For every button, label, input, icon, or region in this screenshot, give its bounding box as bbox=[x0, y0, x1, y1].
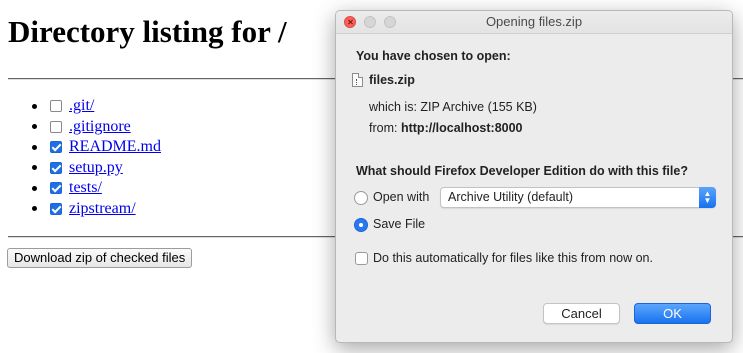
file-list: .git/ .gitignore README.md setup.py test… bbox=[32, 96, 161, 219]
download-dialog: Opening files.zip You have chosen to ope… bbox=[335, 10, 733, 343]
file-checkbox-zipstream[interactable] bbox=[50, 202, 62, 215]
file-link-gitignore[interactable]: .gitignore bbox=[69, 118, 131, 136]
which-is-label: which is: bbox=[369, 100, 417, 114]
file-link-readme[interactable]: README.md bbox=[69, 138, 161, 156]
updown-chevron-icon: ▲ ▼ bbox=[699, 187, 716, 208]
file-checkbox-readme[interactable] bbox=[50, 141, 62, 154]
file-link-git[interactable]: .git/ bbox=[69, 97, 94, 115]
file-link-setup[interactable]: setup.py bbox=[69, 159, 123, 177]
page-title: Directory listing for / bbox=[8, 14, 287, 49]
chosen-label: You have chosen to open: bbox=[356, 49, 511, 63]
from-label: from: bbox=[369, 121, 398, 135]
file-type-value: ZIP Archive (155 KB) bbox=[420, 100, 537, 114]
application-select-value: Archive Utility (default) bbox=[448, 190, 574, 204]
file-link-tests[interactable]: tests/ bbox=[69, 179, 102, 197]
file-type-row: which is: ZIP Archive (155 KB) bbox=[369, 100, 537, 114]
download-zip-button[interactable]: Download zip of checked files bbox=[7, 248, 193, 268]
file-checkbox-setup[interactable] bbox=[50, 161, 62, 174]
cancel-button[interactable]: Cancel bbox=[543, 303, 620, 324]
open-with-label[interactable]: Open with bbox=[373, 190, 429, 204]
list-item: zipstream/ bbox=[32, 199, 161, 220]
save-file-label[interactable]: Save File bbox=[373, 217, 425, 231]
list-item: .git/ bbox=[32, 96, 161, 117]
auto-action-checkbox[interactable] bbox=[355, 252, 368, 265]
bullet bbox=[32, 165, 37, 171]
open-with-radio[interactable] bbox=[354, 191, 368, 205]
file-source-row: from: http://localhost:8000 bbox=[369, 121, 523, 135]
bullet bbox=[32, 144, 37, 150]
list-item: .gitignore bbox=[32, 117, 161, 138]
file-name: files.zip bbox=[369, 73, 415, 87]
file-checkbox-gitignore[interactable] bbox=[50, 120, 62, 133]
zip-file-icon bbox=[352, 73, 363, 87]
auto-action-label[interactable]: Do this automatically for files like thi… bbox=[373, 251, 653, 265]
list-item: setup.py bbox=[32, 158, 161, 179]
window-title: Opening files.zip bbox=[485, 14, 583, 29]
application-select[interactable]: Archive Utility (default) ▲ ▼ bbox=[440, 187, 716, 208]
ok-button[interactable]: OK bbox=[634, 303, 711, 324]
file-checkbox-git[interactable] bbox=[50, 100, 62, 113]
action-question: What should Firefox Developer Edition do… bbox=[356, 164, 688, 178]
bullet bbox=[32, 185, 37, 191]
list-item: README.md bbox=[32, 137, 161, 158]
bullet bbox=[32, 206, 37, 212]
list-item: tests/ bbox=[32, 178, 161, 199]
file-checkbox-tests[interactable] bbox=[50, 182, 62, 195]
file-link-zipstream[interactable]: zipstream/ bbox=[69, 200, 136, 218]
source-url: http://localhost:8000 bbox=[400, 121, 523, 135]
bullet bbox=[32, 124, 37, 130]
bullet bbox=[32, 103, 37, 109]
save-file-radio[interactable] bbox=[354, 218, 368, 232]
dialog-titlebar[interactable]: Opening files.zip bbox=[336, 11, 732, 34]
